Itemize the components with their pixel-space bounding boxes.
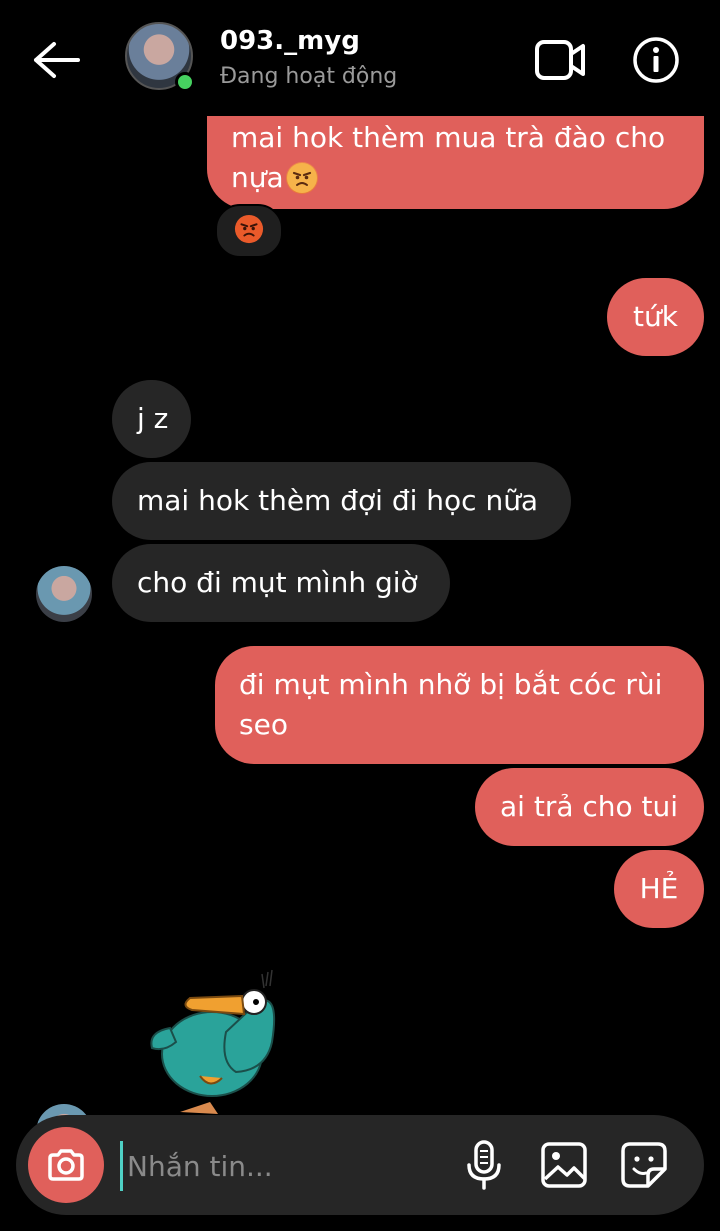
message-bubble-outgoing[interactable]: đi mụt mình nhỡ bị bắt cóc rùi seo [215,646,704,764]
video-call-icon [535,40,585,80]
message-bubble-outgoing[interactable]: tứk [607,278,704,356]
message-text: HẺ [639,872,679,905]
message-bubble-outgoing[interactable]: ai trả cho tui [475,768,704,846]
back-button[interactable] [30,38,82,82]
microphone-icon [467,1140,501,1190]
message-text: tứk [633,300,678,333]
message-text: mai hok thèm đợi đi học nữa [137,484,539,517]
message-text: đi mụt mình nhỡ bị bắt cóc rùi [239,668,663,701]
gallery-button[interactable] [540,1141,588,1189]
message-input[interactable] [120,1141,449,1191]
profile-avatar[interactable] [125,22,197,94]
message-text: mai hok thèm mua trà đào cho [231,121,666,154]
message-bubble-incoming[interactable]: j z [112,380,191,458]
contact-username[interactable]: 093._myg [220,26,360,56]
camera-icon [48,1149,84,1181]
message-composer [16,1115,704,1215]
message-text: cho đi mụt mình giờ [137,566,418,599]
online-status-dot [175,72,195,92]
message-bubble-incoming[interactable]: mai hok thèm đợi đi học nữa [112,462,571,540]
platypus-sticker[interactable] [140,962,290,1117]
message-text: seo [239,708,288,741]
camera-button[interactable] [28,1127,104,1203]
message-text-tail: nựa [231,161,284,194]
message-bubble-outgoing[interactable]: HẺ [614,850,704,928]
microphone-button[interactable] [462,1139,506,1191]
angry-face-emoji-icon [285,162,318,194]
message-reaction[interactable] [215,204,283,258]
chat-header: 093._myg Đang hoạt động [0,0,720,116]
image-icon [541,1142,587,1188]
sticker-icon [621,1142,667,1188]
contact-status: Đang hoạt động [220,64,398,89]
message-text-line: nựa [231,158,680,198]
message-text: j z [137,402,169,435]
avatar[interactable] [36,566,92,622]
message-text: ai trả cho tui [500,790,679,823]
message-bubble-outgoing[interactable]: mai hok thèm mua trà đào cho nựa [207,116,704,209]
info-button[interactable] [632,36,680,84]
sticker-button[interactable] [620,1141,668,1189]
platypus-sticker-icon [150,969,276,1114]
angry-face-reaction-icon [234,214,264,248]
info-icon [633,37,679,83]
video-call-button[interactable] [534,38,586,82]
message-bubble-incoming[interactable]: cho đi mụt mình giờ [112,544,450,622]
back-arrow-icon [34,42,80,78]
